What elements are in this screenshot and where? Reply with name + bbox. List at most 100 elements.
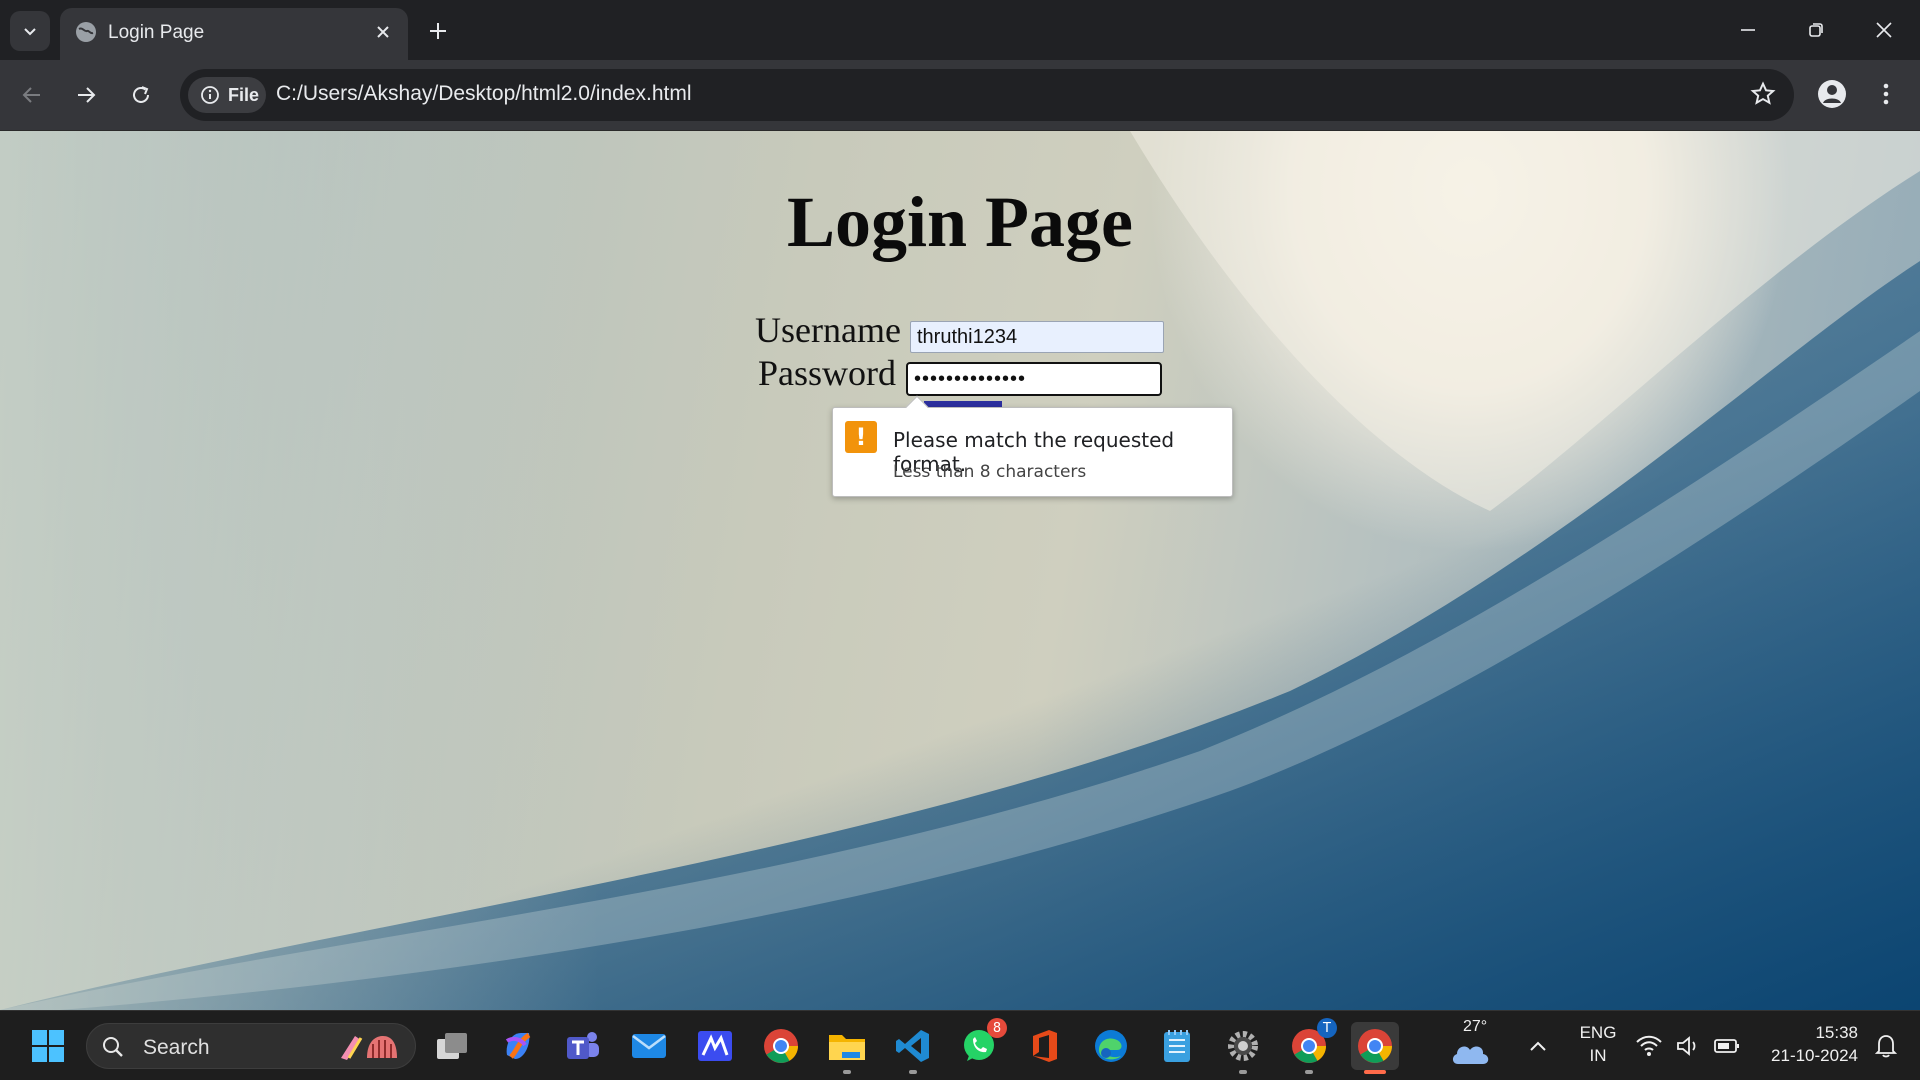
more-vertical-icon: [1883, 83, 1889, 105]
new-tab-button[interactable]: [422, 15, 454, 47]
settings-button[interactable]: [1219, 1022, 1267, 1074]
page-viewport: Login Page Username thruthi1234 Password…: [0, 131, 1920, 1010]
password-input[interactable]: ••••••••••••••: [906, 362, 1162, 396]
page-title: Login Page: [786, 182, 1133, 262]
region-code: IN: [1589, 1046, 1607, 1065]
chrome-icon: [764, 1029, 798, 1063]
info-icon: [201, 86, 219, 104]
weather-temperature: 27°: [1463, 1018, 1488, 1035]
close-icon: [377, 26, 389, 38]
arrow-right-icon: [78, 87, 96, 103]
clock[interactable]: 15:38 21-10-2024: [1752, 1023, 1858, 1069]
chevron-up-icon: [1530, 1041, 1546, 1051]
task-view-icon: [437, 1033, 467, 1059]
markup-app-icon: [698, 1031, 732, 1061]
gear-icon: [1228, 1031, 1258, 1061]
search-highlight-icon: [341, 1036, 397, 1060]
chevron-down-icon: [24, 28, 36, 36]
weather-widget[interactable]: 27°: [1441, 1018, 1501, 1070]
folder-icon: [829, 1035, 865, 1060]
bookmark-star-icon[interactable]: [1750, 81, 1776, 107]
running-indicator: [909, 1070, 917, 1074]
restore-button[interactable]: [1782, 0, 1850, 60]
whatsapp-button[interactable]: 8: [955, 1018, 1007, 1070]
close-icon: [1876, 22, 1892, 38]
browser-toolbar: File C:/Users/Akshay/Desktop/html2.0/ind…: [0, 60, 1920, 131]
validation-tooltip: ! Please match the requested format. Les…: [832, 395, 1233, 497]
language-code: ENG: [1579, 1023, 1617, 1042]
office-icon: [1033, 1030, 1057, 1062]
copilot-button[interactable]: [494, 1022, 542, 1070]
arrow-left-icon: [22, 87, 40, 103]
tab-close-button[interactable]: [370, 19, 396, 45]
chrome-active-button[interactable]: [1351, 1022, 1399, 1074]
close-window-button[interactable]: [1850, 0, 1918, 60]
address-chip-label: File: [228, 84, 260, 105]
back-button[interactable]: [14, 77, 50, 113]
forward-button[interactable]: [68, 77, 104, 113]
site-info-chip[interactable]: File: [188, 77, 266, 113]
profile-icon: [1818, 80, 1846, 108]
globe-icon: [76, 22, 96, 42]
office-button[interactable]: [1021, 1022, 1069, 1070]
windows-logo-icon: [32, 1030, 64, 1062]
cloud-icon: [1452, 1046, 1489, 1064]
notification-badge: 8: [987, 1018, 1007, 1038]
vscode-icon: [896, 1030, 929, 1062]
minimize-button[interactable]: [1714, 0, 1782, 60]
username-input[interactable]: thruthi1234: [910, 321, 1164, 353]
running-indicator: [1305, 1070, 1313, 1074]
mail-button[interactable]: [625, 1022, 673, 1070]
profile-button[interactable]: [1814, 76, 1850, 112]
username-label: Username: [755, 310, 901, 350]
browser-menu-button[interactable]: [1868, 76, 1904, 112]
quick-settings[interactable]: [1636, 1031, 1740, 1061]
teams-button[interactable]: [559, 1022, 607, 1070]
show-hidden-icons-button[interactable]: [1516, 1022, 1560, 1070]
clock-date: 21-10-2024: [1771, 1046, 1858, 1065]
clock-time: 15:38: [1815, 1023, 1858, 1042]
warning-icon: !: [845, 421, 877, 453]
chrome-profile-button[interactable]: T: [1285, 1018, 1337, 1074]
running-indicator: [843, 1070, 851, 1074]
task-view-button[interactable]: [428, 1022, 476, 1070]
taskbar-search[interactable]: Search: [86, 1023, 416, 1069]
vscode-button[interactable]: [889, 1022, 937, 1074]
bell-icon: [1875, 1035, 1897, 1058]
teams-icon: [567, 1032, 599, 1059]
mail-icon: [632, 1034, 666, 1058]
battery-icon: [1714, 1039, 1739, 1053]
url-text[interactable]: C:/Users/Akshay/Desktop/html2.0/index.ht…: [276, 82, 692, 106]
chrome-icon: [1358, 1029, 1392, 1063]
running-indicator: [1239, 1070, 1247, 1074]
search-icon: [103, 1037, 123, 1057]
active-indicator: [1364, 1070, 1386, 1074]
notifications-button[interactable]: [1866, 1022, 1906, 1070]
validation-detail: Less than 8 characters: [893, 462, 1087, 482]
notepad-icon: [1164, 1030, 1190, 1062]
edge-icon: [1095, 1030, 1127, 1062]
wifi-icon: [1636, 1035, 1662, 1056]
file-explorer-button[interactable]: [823, 1022, 871, 1074]
reload-button[interactable]: [123, 77, 159, 113]
search-placeholder: Search: [143, 1036, 210, 1059]
language-indicator[interactable]: ENG IN: [1570, 1023, 1626, 1069]
markup-app-button[interactable]: [691, 1022, 739, 1070]
restore-icon: [1809, 23, 1823, 37]
browser-tab[interactable]: Login Page: [60, 8, 408, 60]
start-button[interactable]: [24, 1022, 72, 1070]
address-bar[interactable]: File C:/Users/Akshay/Desktop/html2.0/ind…: [180, 69, 1794, 121]
copilot-icon: [505, 1032, 531, 1059]
tab-search-button[interactable]: [10, 11, 50, 51]
reload-icon: [133, 86, 149, 103]
edge-button[interactable]: [1087, 1022, 1135, 1070]
volume-icon: [1677, 1036, 1696, 1056]
chrome-button[interactable]: [757, 1022, 805, 1070]
minimize-icon: [1741, 29, 1755, 31]
profile-badge: T: [1317, 1018, 1337, 1038]
notepad-button[interactable]: [1153, 1022, 1201, 1070]
plus-icon: [430, 23, 446, 39]
windows-taskbar: Search 8 T 27° ENG IN 15:38 21-10-2024: [0, 1010, 1920, 1080]
browser-tab-strip: Login Page: [0, 0, 1920, 60]
tab-title: Login Page: [108, 22, 205, 43]
